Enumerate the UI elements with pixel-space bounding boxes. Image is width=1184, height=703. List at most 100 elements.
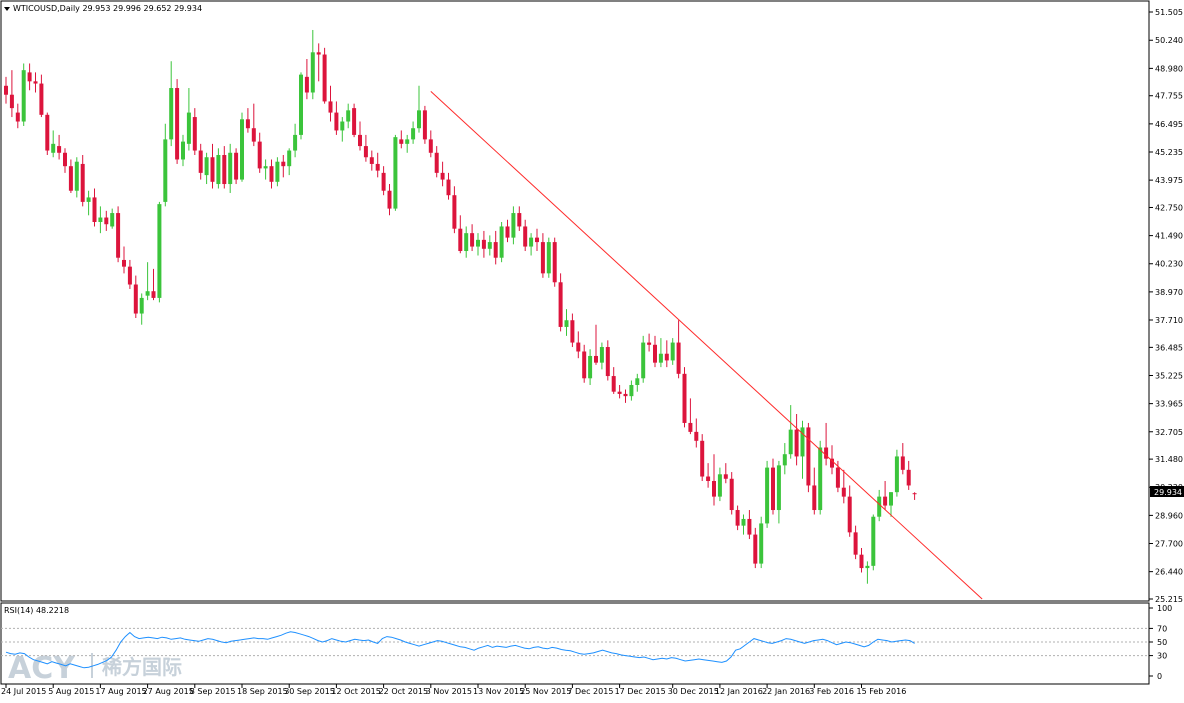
candle-body	[63, 152, 67, 167]
candle-body	[717, 474, 722, 497]
date-tick-label: 17 Dec 2015	[615, 687, 666, 696]
candle-body	[629, 384, 634, 397]
candle-body	[299, 74, 303, 135]
candle-body	[635, 378, 640, 385]
candle-body	[653, 344, 657, 363]
symbol-info: WTICOUSD,Daily 29.953 29.996 29.652 29.9…	[13, 4, 202, 13]
candle-body	[375, 163, 380, 171]
candle-body	[198, 150, 203, 173]
candle-body	[86, 197, 91, 202]
trendline-layer	[430, 91, 983, 600]
candle-body	[670, 342, 675, 361]
candle-body	[570, 320, 575, 343]
candle-body	[387, 190, 392, 209]
price-tick-label: 47.755	[1155, 92, 1183, 101]
candle-body	[322, 54, 327, 102]
candle-body	[523, 226, 528, 247]
candle-body	[765, 467, 770, 524]
candle-body	[340, 121, 345, 131]
candle-body	[263, 166, 268, 169]
candle-body	[835, 467, 840, 488]
candle-body	[440, 172, 445, 180]
candle-body	[251, 128, 256, 142]
candle-body	[741, 518, 746, 526]
date-tick-label: 12 Oct 2015	[331, 687, 380, 696]
candle-body	[623, 393, 628, 397]
candle-body	[576, 342, 581, 352]
candle-body	[535, 237, 539, 243]
candle-body	[853, 532, 858, 555]
date-tick-label: 15 Feb 2016	[857, 687, 907, 696]
price-tick-label: 32.705	[1155, 428, 1183, 437]
candle-body	[411, 128, 416, 140]
price-tick-label: 46.495	[1155, 120, 1183, 129]
price-tick-label: 40.230	[1155, 260, 1183, 269]
candle-body	[818, 447, 823, 511]
candle-body	[163, 139, 168, 202]
rsi-label: RSI(14) 48.2218	[4, 606, 69, 615]
candle-body	[617, 391, 622, 394]
watermark-brand: ACY	[8, 651, 76, 686]
candle-body	[15, 112, 20, 122]
candle-body	[771, 467, 775, 511]
candle-body	[558, 282, 563, 327]
candle-body	[9, 94, 14, 109]
candle-body	[540, 242, 545, 274]
date-tick-label: 30 Dec 2015	[668, 687, 719, 696]
current-price-label: 29.934	[1154, 488, 1182, 497]
candle-body	[458, 228, 463, 252]
collapse-arrow-icon[interactable]	[4, 7, 10, 11]
candle-body	[428, 139, 433, 153]
date-axis: 24 Jul 2015 5 Aug 2015 17 Aug 201527 Aug 2…	[1, 684, 906, 696]
candle-body	[434, 152, 439, 173]
date-tick-label: 12 Jan 2016	[715, 687, 763, 696]
candle-body	[369, 157, 374, 164]
candle-body	[346, 110, 351, 122]
candle-body	[841, 487, 846, 497]
candle-body	[98, 217, 103, 222]
price-tick-label: 38.970	[1155, 288, 1183, 297]
candle-body	[175, 88, 180, 160]
candle-body	[676, 342, 681, 374]
candle-body	[157, 204, 162, 298]
candle-body	[865, 565, 870, 569]
candles	[4, 29, 917, 584]
candle-body	[647, 342, 652, 345]
candle-body	[399, 139, 404, 144]
candle-body	[381, 172, 386, 191]
candle-body	[682, 373, 687, 423]
candle-body	[151, 291, 156, 298]
candle-body	[186, 112, 191, 144]
candle-body	[363, 146, 368, 158]
candle-body	[706, 476, 711, 481]
candle-body	[511, 213, 516, 238]
candle-body	[611, 376, 616, 392]
date-tick-label: 8 Sep 2015	[190, 687, 236, 696]
candle-body	[287, 150, 292, 167]
candle-body	[422, 110, 427, 140]
candle-body	[464, 233, 469, 252]
price-tick-label: 48.980	[1155, 64, 1183, 73]
candle-body	[452, 195, 457, 229]
candle-body	[127, 266, 132, 285]
candle-body	[192, 117, 197, 151]
candle-body	[393, 137, 398, 209]
symbol-header: WTICOUSD,Daily 29.953 29.996 29.652 29.9…	[4, 4, 202, 13]
date-tick-label: 17 Aug 2015	[95, 687, 146, 696]
candle-body	[847, 496, 852, 533]
candle-body	[700, 440, 705, 477]
candle-body	[358, 134, 362, 147]
candle-body	[877, 496, 882, 517]
candle-body	[883, 496, 888, 506]
candle-body	[293, 134, 298, 151]
candle-body	[470, 233, 475, 247]
price-tick-label: 50.240	[1155, 36, 1183, 45]
candle-body	[139, 297, 144, 314]
price-tick-label: 42.750	[1155, 203, 1183, 212]
date-tick-label: 3 Feb 2016	[809, 687, 854, 696]
candle-body	[599, 347, 604, 363]
candle-body	[658, 353, 663, 363]
candle-body	[753, 534, 758, 564]
price-tick-label: 45.235	[1155, 148, 1183, 157]
date-tick-label: 13 Nov 2015	[473, 687, 524, 696]
